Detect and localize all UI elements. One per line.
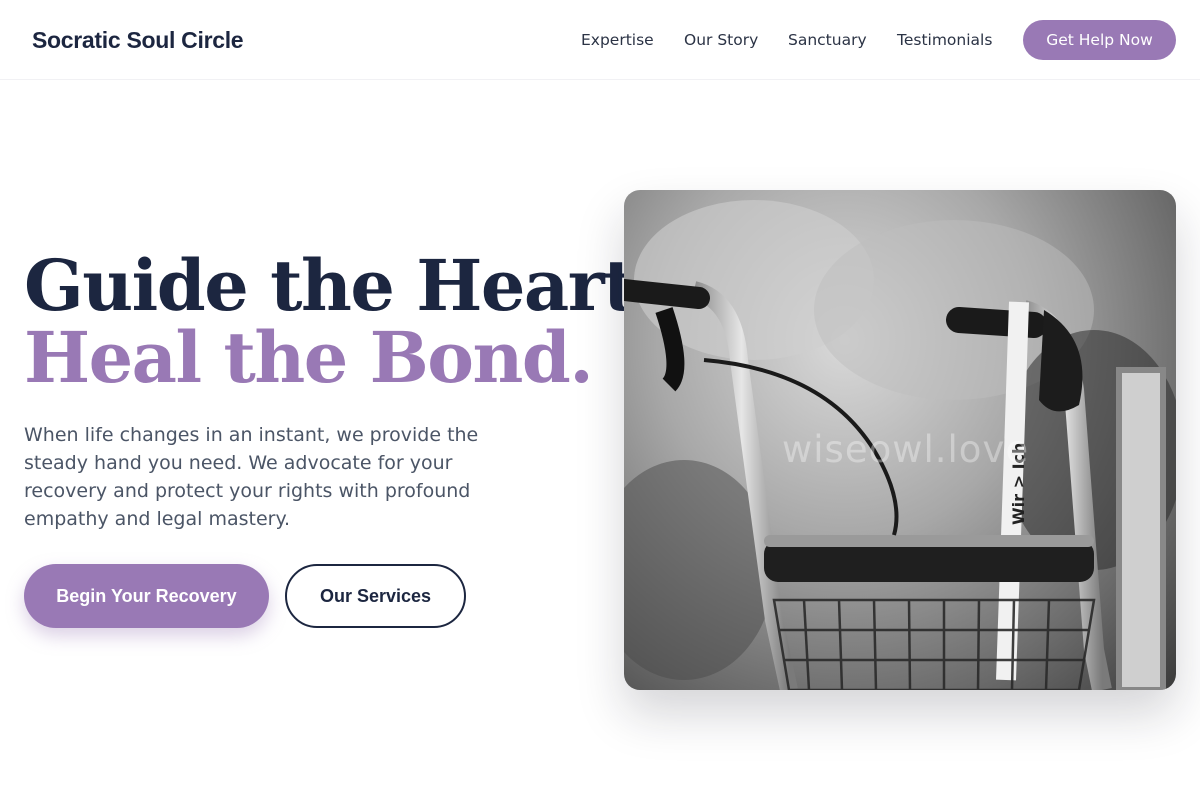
nav-link-testimonials[interactable]: Testimonials [897,28,992,52]
image-watermark: wiseowl.love [782,428,1030,471]
hero-image-walker: Wir > Ich wiseowl.love [624,190,1176,690]
hero-headline: Guide the Heart, Heal the Bond. [24,244,658,399]
headline-line-1: Guide the Heart, [24,244,658,327]
headline-line-2: Heal the Bond. [24,316,594,399]
nav-link-sanctuary[interactable]: Sanctuary [788,28,867,52]
site-header: Socratic Soul Circle Expertise Our Story… [0,0,1200,80]
nav-link-our-story[interactable]: Our Story [684,28,758,52]
begin-recovery-button[interactable]: Begin Your Recovery [24,564,269,628]
get-help-now-button[interactable]: Get Help Now [1023,20,1176,60]
our-services-button[interactable]: Our Services [285,564,466,628]
hero-lead-text: When life changes in an instant, we prov… [24,424,479,530]
brand-logo[interactable]: Socratic Soul Circle [32,24,244,56]
nav-link-expertise[interactable]: Expertise [581,28,654,52]
